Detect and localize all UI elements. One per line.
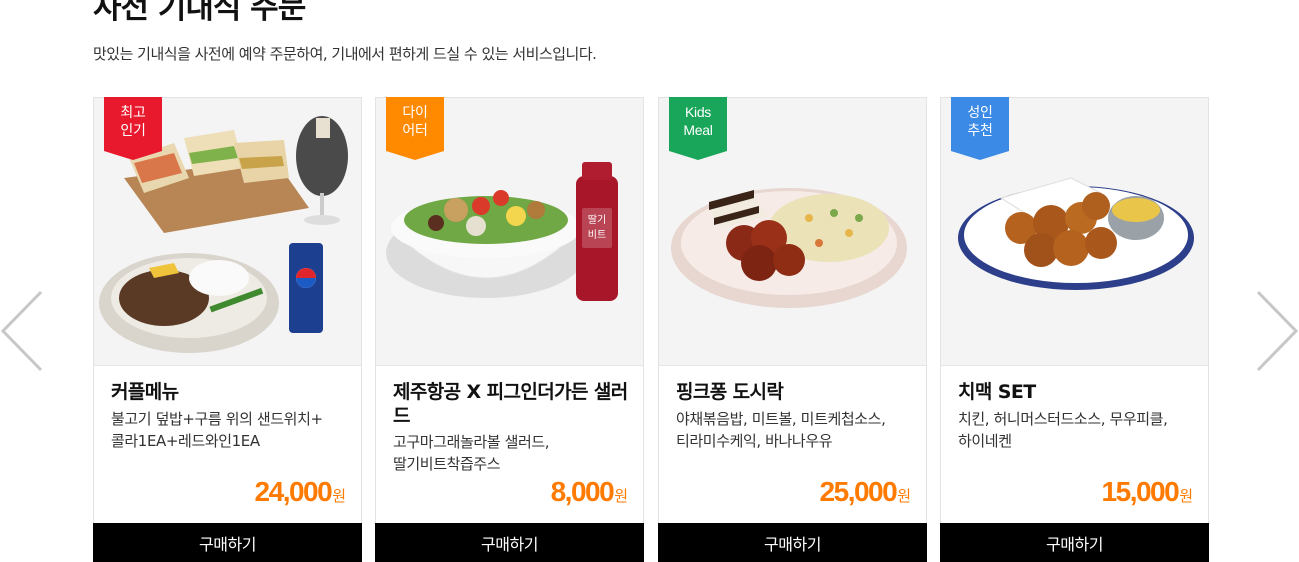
product-price: 8,000원 <box>550 476 628 507</box>
product-name[interactable]: 치맥 SET <box>958 380 1198 404</box>
product-price: 24,000원 <box>254 476 346 507</box>
buy-button[interactable]: 구매하기 <box>658 523 927 562</box>
buy-button[interactable]: 구매하기 <box>93 523 362 562</box>
badge-top-popular: 최고 인기 <box>104 97 162 160</box>
svg-text:비트: 비트 <box>588 229 606 241</box>
product-items: 치킨, 허니머스터드소스, 무우피클, 하이네켄 <box>958 410 1168 450</box>
page-description: 맛있는 기내식을 사전에 예약 주문하여, 기내에서 편하게 드실 수 있는 서… <box>93 45 597 63</box>
product-card-chimaek-set[interactable]: 성인 추천 치맥 SET 치킨, 허니머스터드소스, 무우피클, 하이네켄 15… <box>940 97 1209 562</box>
product-name[interactable]: 핑크퐁 도시락 <box>676 380 916 404</box>
product-items: 야채볶음밥, 미트볼, 미트케첩소스, 티라미수케익, 바나나우유 <box>676 410 886 450</box>
carousel-next-button[interactable] <box>1255 290 1299 372</box>
chevron-right-icon <box>1256 290 1299 372</box>
product-items: 불고기 덮밥+구름 위의 샌드위치+ 콜라1EA+레드와인1EA <box>111 410 323 450</box>
badge-kids-meal: Kids Meal <box>669 97 727 160</box>
product-price: 15,000원 <box>1101 476 1193 507</box>
product-card-couple-menu[interactable]: 최고 인기 커플메뉴 불고기 덮밥+구름 위의 샌드위치+ 콜라1EA+레드와인… <box>93 97 362 562</box>
badge-adult-recommended: 성인 추천 <box>951 97 1009 160</box>
badge-dieter: 다이 어터 <box>386 97 444 160</box>
buy-button[interactable]: 구매하기 <box>940 523 1209 562</box>
product-items: 고구마그래놀라볼 샐러드, 딸기비트착즙주스 <box>393 433 550 473</box>
product-card-jeju-salad[interactable]: 딸기 비트 다이 어터 제주항공 X 피그인더가든 샐러드 고구마그래놀라볼 샐… <box>375 97 644 562</box>
svg-text:딸기: 딸기 <box>588 214 606 226</box>
product-price: 25,000원 <box>819 476 911 507</box>
product-name[interactable]: 커플메뉴 <box>111 380 351 404</box>
product-name[interactable]: 제주항공 X 피그인더가든 샐러드 <box>393 380 633 428</box>
page-title: 사전 기내식 주문 <box>93 0 306 26</box>
chevron-left-icon <box>0 290 43 372</box>
buy-button[interactable]: 구매하기 <box>375 523 644 562</box>
carousel-prev-button[interactable] <box>0 290 44 372</box>
product-card-pinkfong-lunchbox[interactable]: Kids Meal 핑크퐁 도시락 야채볶음밥, 미트볼, 미트케첩소스, 티라… <box>658 97 927 562</box>
